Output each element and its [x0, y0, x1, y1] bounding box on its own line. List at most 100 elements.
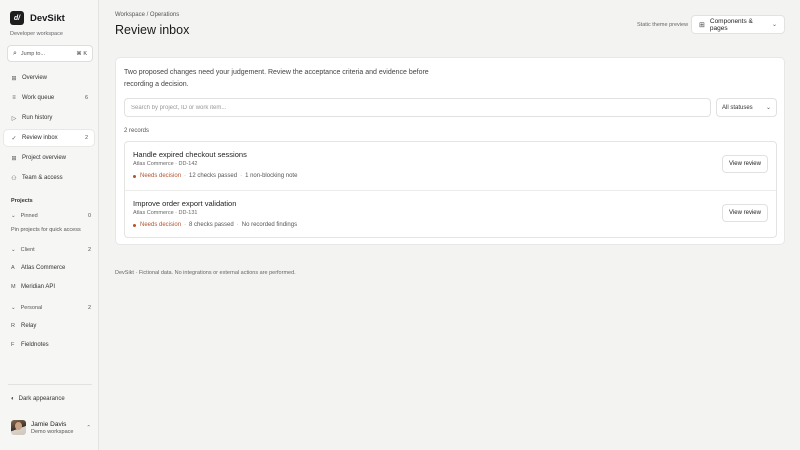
review-meta: Atlas Commerce · DD-142 — [133, 161, 198, 167]
dark-appearance-label: Dark appearance — [18, 396, 65, 402]
search-input[interactable] — [124, 98, 711, 117]
group-count: 0 — [87, 213, 91, 219]
sidebar-divider — [8, 384, 92, 385]
user-name: Jamie Davis — [31, 420, 67, 428]
project-meridian-api[interactable]: M Meridian API — [11, 284, 55, 290]
footer-note: DevSikt · Fictional data. No integration… — [115, 270, 296, 276]
page-title: Review inbox — [115, 23, 190, 37]
components-pages-button[interactable]: ⊞ Components & pages ⌄ — [691, 15, 785, 34]
sidebar-item-team-access[interactable]: ⚇ Team & access — [4, 170, 94, 186]
chevron-down-icon: ⌄ — [771, 22, 777, 28]
sidebar: d/ DevSikt Developer workspace ⌕ Jump to… — [0, 0, 99, 450]
separator: · — [184, 222, 187, 228]
sidebar-item-count: 6 — [84, 95, 88, 101]
separator: · — [240, 173, 243, 179]
user-menu[interactable]: Jamie Davis Demo workspace ⌃ — [11, 420, 91, 435]
review-inbox-card: Two proposed changes need your judgement… — [115, 57, 785, 245]
status-dot-icon — [133, 223, 136, 227]
people-icon: ⚇ — [11, 175, 17, 182]
user-info: Jamie Davis Demo workspace — [31, 421, 74, 435]
list-item[interactable]: Handle expired checkout sessions Atlas C… — [125, 142, 776, 190]
project-initial: A — [11, 265, 15, 271]
review-title[interactable]: Handle expired checkout sessions — [133, 150, 247, 159]
chevron-updown-icon: ⌃ — [86, 424, 91, 431]
half-moon-icon: ◐ — [11, 396, 15, 402]
separator: · — [184, 173, 187, 179]
components-pages-label: Components & pages — [709, 17, 753, 32]
group-pinned[interactable]: ⌄ Pinned 0 — [11, 213, 91, 219]
list-item[interactable]: Improve order export validation Atlas Co… — [125, 190, 776, 238]
checks-summary: 12 checks passed — [189, 173, 238, 179]
sidebar-item-count: 2 — [84, 135, 88, 141]
findings-summary: 1 non-blocking note — [245, 173, 298, 179]
project-name: Relay — [21, 323, 37, 329]
brand-name: DevSikt — [30, 12, 65, 24]
chevron-down-icon: ⌄ — [11, 247, 16, 253]
project-atlas-commerce[interactable]: A Atlas Commerce — [11, 265, 65, 271]
records-count: 2 records — [124, 128, 150, 134]
project-name: Atlas Commerce — [21, 265, 66, 271]
sidebar-item-label: Team & access — [22, 175, 63, 181]
project-fieldnotes[interactable]: F Fieldnotes — [11, 342, 49, 348]
brand-subtitle: Developer workspace — [10, 31, 63, 37]
project-relay[interactable]: R Relay — [11, 323, 36, 329]
project-name: Fieldnotes — [21, 342, 49, 348]
findings-summary: No recorded findings — [241, 222, 298, 228]
brand-logo-icon: d/ — [10, 11, 24, 25]
status-dot-icon — [133, 174, 136, 178]
grid-icon: ⊞ — [699, 21, 705, 29]
review-status-line: Needs decision · 8 checks passed · No re… — [133, 222, 297, 228]
group-client[interactable]: ⌄ Client 2 — [11, 247, 91, 253]
main-content: Workspace / Operations Review inbox Stat… — [99, 0, 800, 450]
group-label: Pinned — [20, 213, 38, 219]
sidebar-item-label: Work queue — [22, 95, 55, 101]
jump-placeholder: Jump to... — [20, 50, 46, 57]
brand[interactable]: d/ DevSikt — [10, 11, 65, 25]
project-initial: M — [11, 284, 16, 290]
status-badge: Needs decision — [140, 222, 182, 228]
app-root: d/ DevSikt Developer workspace ⌕ Jump to… — [0, 0, 800, 450]
grid-icon: ⊞ — [11, 155, 17, 162]
theme-note: Static theme preview — [637, 22, 689, 28]
view-review-button[interactable]: View review — [722, 204, 768, 222]
status-filter-value: All statuses — [722, 104, 753, 111]
sidebar-item-label: Run history — [22, 115, 53, 121]
group-count: 2 — [87, 247, 91, 253]
status-filter-select[interactable]: All statuses ⌄ — [716, 98, 777, 117]
chevron-down-icon: ⌄ — [11, 305, 16, 311]
user-workspace: Demo workspace — [31, 428, 74, 435]
play-icon: ▷ — [11, 115, 17, 122]
group-count: 2 — [87, 305, 91, 311]
chevron-down-icon: ⌄ — [11, 213, 16, 219]
sidebar-item-project-overview[interactable]: ⊞ Project overview — [4, 150, 94, 166]
project-name: Meridian API — [21, 284, 56, 290]
search-icon: ⌕ — [13, 49, 17, 57]
check-icon: ✓ — [11, 135, 17, 142]
view-review-button[interactable]: View review — [722, 155, 768, 173]
sidebar-item-label: Project overview — [22, 155, 67, 161]
checks-summary: 8 checks passed — [189, 222, 234, 228]
group-label: Client — [20, 247, 35, 253]
inbox-intro: Two proposed changes need your judgement… — [124, 69, 429, 88]
jump-shortcut: ⌘ K — [76, 50, 87, 57]
group-label: Personal — [20, 305, 43, 311]
breadcrumb[interactable]: Workspace / Operations — [115, 12, 179, 18]
separator: · — [236, 222, 239, 228]
review-title[interactable]: Improve order export validation — [133, 199, 236, 208]
group-personal[interactable]: ⌄ Personal 2 — [11, 305, 91, 311]
dark-appearance-toggle[interactable]: ◐ Dark appearance — [11, 396, 65, 402]
grid-icon: ⊞ — [11, 75, 17, 82]
sidebar-item-review-inbox[interactable]: ✓ Review inbox 2 — [4, 130, 94, 146]
sidebar-item-run-history[interactable]: ▷ Run history — [4, 110, 94, 126]
review-status-line: Needs decision · 12 checks passed · 1 no… — [133, 173, 297, 179]
avatar — [11, 420, 26, 435]
jump-to-search[interactable]: ⌕ Jump to... ⌘ K — [7, 45, 93, 62]
sidebar-item-work-queue[interactable]: ≡ Work queue 6 — [4, 90, 94, 106]
projects-heading: Projects — [11, 198, 33, 204]
chevron-down-icon: ⌄ — [765, 105, 771, 111]
sidebar-item-label: Review inbox — [22, 135, 58, 141]
sidebar-item-overview[interactable]: ⊞ Overview — [4, 70, 94, 86]
review-meta: Atlas Commerce · DD-131 — [133, 210, 198, 216]
review-list: Handle expired checkout sessions Atlas C… — [124, 141, 777, 238]
sidebar-item-label: Overview — [22, 75, 48, 81]
